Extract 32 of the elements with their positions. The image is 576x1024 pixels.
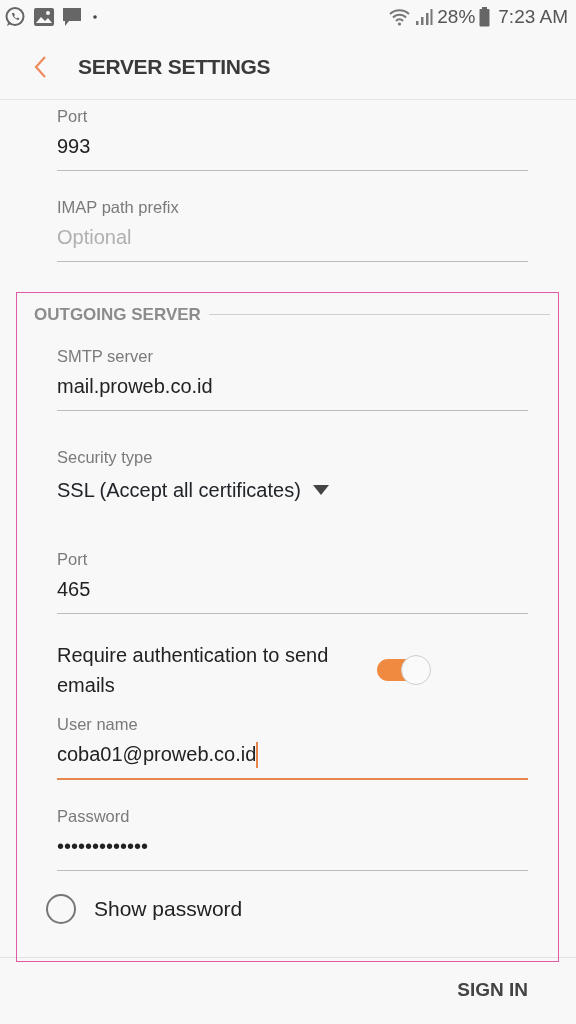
sign-in-button[interactable]: SIGN IN: [457, 972, 528, 1009]
back-icon: [33, 54, 47, 79]
chat-bubble-icon: [4, 6, 26, 28]
toggle-switch[interactable]: [377, 654, 431, 685]
dot-icon: [90, 14, 100, 20]
input-field[interactable]: mail.proweb.co.id: [57, 365, 528, 411]
text-cursor: [256, 742, 259, 769]
field-label: Security type: [57, 446, 154, 467]
input-field[interactable]: coba01@proweb.co.id: [57, 733, 528, 781]
page-title: SERVER SETTINGS: [78, 53, 271, 80]
battery-icon: [479, 7, 491, 27]
field-label: Password: [57, 806, 131, 827]
message-icon: [62, 7, 82, 27]
signal-icon: [415, 8, 434, 26]
field-label: SMTP server: [57, 345, 154, 366]
radio-button[interactable]: [46, 893, 76, 924]
image-icon: [34, 8, 54, 26]
field-label: Port: [57, 106, 89, 126]
field-label: Port: [57, 548, 89, 569]
field-label: User name: [57, 713, 139, 734]
input-field[interactable]: •••••••••••••: [57, 826, 528, 872]
clock-time: 7:23 AM: [498, 4, 568, 29]
field-label: IMAP path prefix: [57, 197, 180, 217]
dropdown-arrow-icon: [312, 484, 329, 495]
dropdown[interactable]: SSL (Accept all certificates): [57, 474, 329, 505]
section-header: OUTGOING SERVER: [33, 304, 201, 326]
input-field[interactable]: 993: [57, 126, 528, 171]
wifi-icon: [389, 8, 412, 26]
battery-percent: 28%: [437, 4, 476, 29]
switch-label: Require authentication to send emails: [57, 642, 330, 698]
radio-label: Show password: [94, 896, 243, 923]
input-field[interactable]: 465: [57, 568, 528, 614]
